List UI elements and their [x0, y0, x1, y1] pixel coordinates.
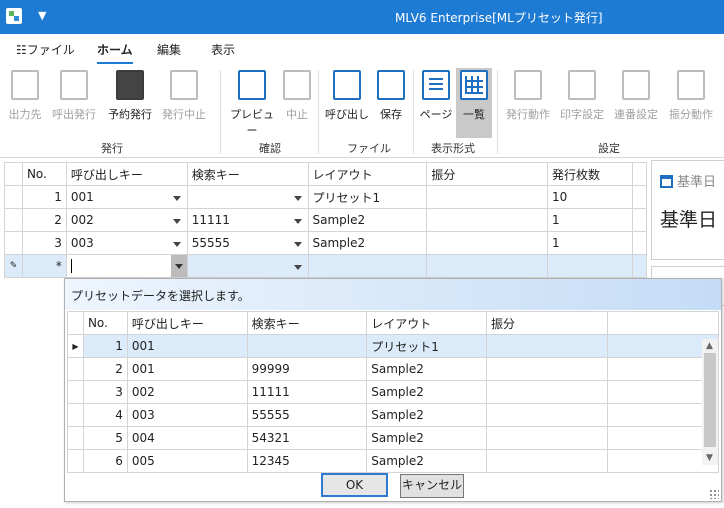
save-button[interactable]: 保存	[374, 68, 408, 130]
preview-cancel-icon	[283, 70, 311, 100]
ribbon-separator	[497, 70, 498, 154]
tab-file[interactable]: ☷ファイル	[16, 41, 75, 58]
search-key-dropdown[interactable]: 11111	[186, 208, 309, 232]
ribbon-separator	[413, 70, 414, 154]
title-bar: ▼ MLV6 Enterprise[MLプリセット発行]	[0, 0, 724, 34]
printer-stop-icon	[170, 70, 198, 100]
chevron-down-icon	[174, 264, 183, 269]
ok-button[interactable]: OK	[321, 473, 388, 497]
popup-col-layout[interactable]: レイアウト	[366, 311, 488, 335]
stop-issue-button[interactable]: 発行中止	[158, 68, 210, 130]
popup-header-row: No. 呼び出しキー 検索キー レイアウト 振分	[67, 311, 720, 335]
table-icon	[460, 70, 488, 100]
tab-edit[interactable]: 編集	[157, 41, 181, 58]
popup-col-sort[interactable]: 振分	[486, 311, 608, 335]
new-row[interactable]: ✎ *	[4, 254, 648, 278]
app-icon	[6, 8, 22, 24]
current-row-arrow-icon: ▶	[67, 334, 84, 358]
table-row[interactable]: 1 001 プリセット1 10	[4, 185, 648, 209]
issue-action-button[interactable]: 発行動作	[502, 68, 554, 130]
print-settings-button[interactable]: 印字設定	[556, 68, 608, 130]
search-key-dropdown[interactable]: 55555	[186, 231, 309, 255]
page-view-button[interactable]: ページ	[418, 68, 454, 130]
quick-access-dropdown-icon[interactable]: ▼	[38, 9, 46, 22]
preset-select-popup: プリセットデータを選択します。 No. 呼び出しキー 検索キー レイアウト 振分…	[64, 278, 722, 502]
call-key-dropdown[interactable]: 003	[65, 231, 188, 255]
ribbon-separator	[220, 70, 221, 154]
serial-number-icon	[622, 70, 650, 100]
window-title: MLV6 Enterprise[MLプリセット発行]	[395, 11, 603, 25]
printer-gear-icon	[514, 70, 542, 100]
popup-message: プリセットデータを選択します。	[71, 289, 250, 303]
scroll-thumb[interactable]	[704, 353, 716, 447]
serial-settings-button[interactable]: 連番設定	[610, 68, 662, 130]
preset-grid: No. 呼び出しキー 検索キー レイアウト 振分 発行枚数 1 001 プリセッ…	[4, 162, 648, 278]
file-menu-icon: ☷	[16, 43, 27, 57]
col-header-search-key[interactable]: 検索キー	[186, 162, 309, 186]
preview-button[interactable]: プレビュー	[228, 68, 276, 137]
pencil-icon: ✎	[4, 254, 23, 278]
base-date-panel: 基準日 基準日	[651, 160, 724, 260]
file-save-icon	[377, 70, 405, 100]
page-list-icon	[422, 70, 450, 100]
table-row[interactable]: 3 002 11111 Sample2	[67, 380, 720, 404]
table-row[interactable]: 5 004 54321 Sample2	[67, 426, 720, 450]
cancel-button[interactable]: キャンセル	[400, 474, 464, 498]
group-label-check: 確認	[259, 142, 281, 155]
popup-col-no[interactable]: No.	[82, 311, 128, 335]
popup-scrollbar[interactable]: ▲ ▼	[702, 339, 718, 465]
ribbon-separator	[318, 70, 319, 154]
col-header-call-key[interactable]: 呼び出しキー	[65, 162, 188, 186]
table-row[interactable]: 3 003 55555 Sample2 1	[4, 231, 648, 255]
call-key-input[interactable]	[65, 254, 188, 278]
printer-icon	[60, 70, 88, 100]
group-label-issue: 発行	[101, 142, 123, 155]
group-label-settings: 設定	[598, 142, 620, 155]
group-label-display-format: 表示形式	[431, 142, 475, 155]
table-row[interactable]: 2 001 99999 Sample2	[67, 357, 720, 381]
table-row[interactable]: 4 003 55555 Sample2	[67, 403, 720, 427]
print-settings-icon	[568, 70, 596, 100]
popup-header: プリセットデータを選択します。	[65, 279, 721, 310]
resize-grip-icon[interactable]	[709, 489, 719, 499]
popup-col-call-key[interactable]: 呼び出しキー	[126, 311, 248, 335]
call-key-dropdown[interactable]: 002	[65, 208, 188, 232]
col-header-layout[interactable]: レイアウト	[307, 162, 428, 186]
tab-home[interactable]: ホーム	[97, 41, 133, 64]
scroll-up-icon[interactable]: ▲	[706, 341, 713, 351]
col-header-count[interactable]: 発行枚数	[547, 162, 633, 186]
group-label-file: ファイル	[347, 142, 391, 155]
scroll-down-icon[interactable]: ▼	[706, 453, 713, 463]
printer-clock-icon	[116, 70, 144, 100]
output-icon	[11, 70, 39, 100]
col-header-no[interactable]: No.	[21, 162, 67, 186]
output-destination-button[interactable]: 出力先	[4, 68, 46, 130]
grid-header-row: No. 呼び出しキー 検索キー レイアウト 振分 発行枚数	[4, 162, 648, 186]
preset-data-grid: No. 呼び出しキー 検索キー レイアウト 振分 ▶ 1 001 プリセット1 …	[67, 311, 720, 473]
sort-search-icon	[677, 70, 705, 100]
popup-col-search-key[interactable]: 検索キー	[246, 311, 368, 335]
scheduled-issue-button[interactable]: 予約発行	[104, 68, 156, 130]
table-row[interactable]: ▶ 1 001 プリセット1	[67, 334, 720, 358]
magnifier-icon	[238, 70, 266, 100]
list-view-button[interactable]: 一覧	[456, 68, 492, 138]
search-key-dropdown[interactable]	[186, 254, 309, 278]
call-issue-button[interactable]: 呼出発行	[48, 68, 100, 130]
call-key-dropdown[interactable]: 001	[65, 185, 188, 209]
table-row[interactable]: 6 005 12345 Sample2	[67, 449, 720, 473]
search-key-dropdown[interactable]	[186, 185, 309, 209]
file-open-icon	[333, 70, 361, 100]
menu-bar: ☷ファイル ホーム 編集 表示	[0, 34, 724, 64]
sort-action-button[interactable]: 振分動作	[664, 68, 718, 130]
load-button[interactable]: 呼び出し	[324, 68, 370, 130]
table-row[interactable]: 2 002 11111 Sample2 1	[4, 208, 648, 232]
base-date-value: 基準日	[660, 209, 718, 231]
ribbon: 出力先 呼出発行 予約発行 発行中止 プレビュー 中止 呼び出し 保存 ページ …	[0, 64, 724, 158]
calendar-icon	[660, 175, 673, 188]
base-date-title: 基準日	[677, 175, 717, 190]
cancel-preview-button[interactable]: 中止	[280, 68, 314, 130]
col-header-sort[interactable]: 振分	[426, 162, 549, 186]
tab-view[interactable]: 表示	[211, 41, 235, 58]
